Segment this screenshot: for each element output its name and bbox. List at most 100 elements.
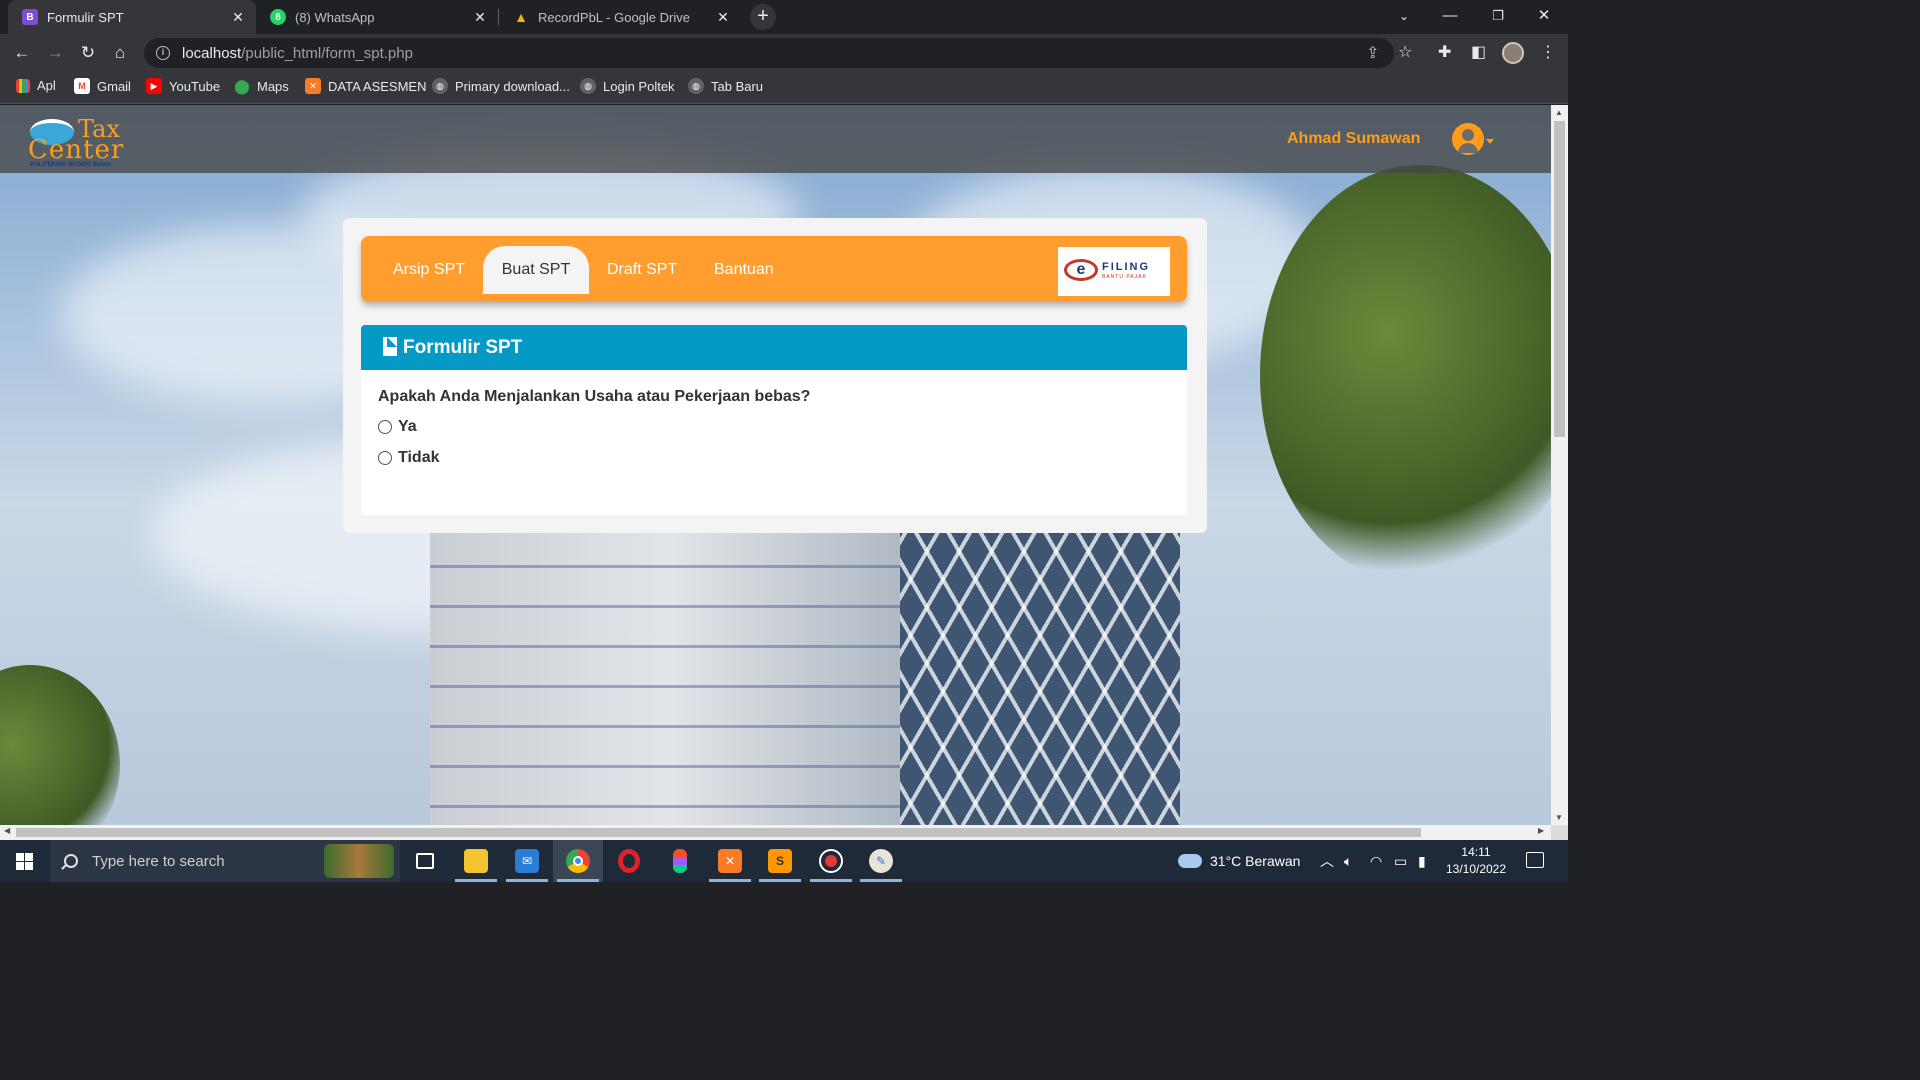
tab-whatsapp[interactable]: 8 (8) WhatsApp ✕: [256, 0, 498, 34]
nav-draft-spt[interactable]: Draft SPT: [589, 246, 695, 294]
back-button[interactable]: ←: [9, 40, 35, 66]
bookmark-login-poltek[interactable]: ◍ Login Poltek: [580, 78, 675, 94]
url-path: /public_html/form_spt.php: [241, 44, 413, 62]
bookmark-apl[interactable]: Apl: [16, 78, 56, 93]
menu-dots-icon[interactable]: ⋮: [1540, 42, 1556, 62]
opera-icon[interactable]: [604, 840, 654, 882]
tab-search-icon[interactable]: ⌄: [1380, 0, 1428, 34]
bookmark-gmail[interactable]: M Gmail: [74, 78, 131, 94]
bookmark-star-icon[interactable]: ☆: [1398, 42, 1412, 62]
task-view-icon[interactable]: [400, 840, 450, 882]
volume-icon[interactable]: 🔈︎: [1344, 840, 1352, 882]
background-tree: [0, 665, 120, 825]
bookmark-primary-download[interactable]: ◍ Primary download...: [432, 78, 570, 94]
site-info-icon[interactable]: i: [156, 46, 170, 60]
scrollbar-corner: [1551, 825, 1568, 840]
search-highlight-image: [324, 844, 394, 878]
option-tidak[interactable]: Tidak: [378, 449, 440, 467]
option-ya[interactable]: Ya: [378, 418, 417, 436]
radio-ya[interactable]: [378, 420, 392, 434]
app-header: Tax Center POLITEKNIK NEGERI Batam Ahmad…: [0, 105, 1551, 173]
scroll-left-arrow[interactable]: ◀: [4, 826, 10, 835]
notification-center-icon[interactable]: [1526, 852, 1544, 868]
sublime-text-icon[interactable]: S: [755, 840, 805, 882]
bookmark-label: Gmail: [97, 78, 131, 94]
tab-google-drive[interactable]: ▲ RecordPbL - Google Drive ✕: [499, 0, 741, 34]
windows-start-icon[interactable]: [16, 853, 33, 870]
panel-title: Formulir SPT: [403, 337, 523, 358]
profile-avatar[interactable]: [1502, 42, 1524, 64]
efiling-subtitle: BANTU PAJAK: [1102, 274, 1147, 280]
address-bar[interactable]: i localhost/public_html/form_spt.php ⇪: [144, 38, 1394, 68]
bookmark-label: YouTube: [169, 78, 221, 94]
tab-formulir-spt[interactable]: B Formulir SPT ✕: [8, 0, 256, 34]
bookmark-maps[interactable]: ⬤ Maps: [234, 78, 289, 94]
screen-recorder-icon[interactable]: [806, 840, 856, 882]
battery-icon[interactable]: ▭: [1394, 840, 1407, 882]
xampp-icon[interactable]: ✕: [705, 840, 755, 882]
reload-button[interactable]: ↻: [75, 40, 101, 66]
weather-widget[interactable]: 31°C Berawan: [1178, 840, 1300, 882]
bookmark-data-asesmen[interactable]: ✕ DATA ASESMEN: [305, 78, 427, 94]
bookmark-youtube[interactable]: ▶ YouTube: [146, 78, 220, 94]
chevron-down-icon[interactable]: [1486, 139, 1494, 144]
scroll-up-arrow[interactable]: ▲: [1555, 108, 1563, 117]
close-tab-icon[interactable]: ✕: [230, 9, 246, 26]
file-explorer-icon[interactable]: [451, 840, 501, 882]
close-tab-icon[interactable]: ✕: [715, 9, 731, 26]
extensions-icon[interactable]: ✚: [1438, 42, 1451, 62]
bookmark-label: Login Poltek: [603, 78, 675, 94]
tab-favicon: B: [22, 9, 38, 25]
apps-grid-icon: [16, 78, 30, 93]
close-tab-icon[interactable]: ✕: [472, 9, 488, 26]
user-name[interactable]: Ahmad Sumawan: [1287, 130, 1420, 148]
logo-text-center: Center: [28, 135, 125, 165]
tax-center-logo[interactable]: Tax Center POLITEKNIK NEGERI Batam: [26, 113, 136, 169]
forward-button[interactable]: →: [42, 40, 68, 66]
figma-icon[interactable]: [655, 840, 705, 882]
share-icon[interactable]: ⇪: [1366, 43, 1379, 63]
tray-chevron-icon[interactable]: ︿: [1320, 840, 1334, 882]
search-icon: [64, 854, 78, 868]
system-clock[interactable]: 14:11 13/10/2022: [1438, 844, 1514, 878]
tab-title: (8) WhatsApp: [295, 9, 375, 25]
user-avatar-icon[interactable]: [1452, 123, 1484, 155]
home-button[interactable]: ⌂: [107, 40, 133, 66]
radio-tidak[interactable]: [378, 451, 392, 465]
gmail-icon: M: [74, 78, 90, 94]
taskbar-search[interactable]: Type here to search: [50, 840, 400, 882]
chrome-icon[interactable]: [553, 840, 603, 882]
bookmarks-bar: Apl M Gmail ▶ YouTube ⬤ Maps ✕ DATA ASES…: [0, 72, 1568, 104]
scroll-down-arrow[interactable]: ▼: [1555, 813, 1563, 822]
side-panel-icon[interactable]: ◧: [1471, 42, 1486, 62]
minimize-button[interactable]: —: [1426, 0, 1474, 34]
globe-icon: ◍: [580, 78, 596, 94]
google-drive-icon: ▲: [514, 9, 528, 25]
mail-icon[interactable]: ✉: [502, 840, 552, 882]
close-window-button[interactable]: ✕: [1520, 0, 1568, 34]
nav-buat-spt[interactable]: Buat SPT: [483, 246, 589, 294]
url-text: localhost/public_html/form_spt.php: [182, 45, 413, 62]
vertical-scroll-thumb[interactable]: [1554, 121, 1565, 437]
form-panel-body: Apakah Anda Menjalankan Usaha atau Peker…: [361, 370, 1187, 515]
spt-navbar: Arsip SPT Buat SPT Draft SPT Bantuan e F…: [361, 236, 1187, 302]
efiling-mark: e: [1064, 259, 1098, 281]
wifi-icon[interactable]: ◠: [1370, 840, 1382, 882]
horizontal-scrollbar[interactable]: ◀ ▶: [0, 825, 1551, 840]
scroll-right-arrow[interactable]: ▶: [1538, 826, 1544, 835]
background-building: [430, 525, 910, 825]
bookmark-tab-baru[interactable]: ◍ Tab Baru: [688, 78, 763, 94]
option-label: Tidak: [398, 449, 440, 466]
bookmark-label: DATA ASESMEN: [328, 78, 427, 94]
vertical-scrollbar[interactable]: ▲ ▼: [1551, 105, 1568, 825]
new-tab-button[interactable]: +: [750, 4, 776, 30]
maps-pin-icon: ⬤: [234, 77, 250, 94]
nav-bantuan[interactable]: Bantuan: [696, 246, 792, 294]
browser-toolbar: ← → ↻ ⌂ i localhost/public_html/form_spt…: [0, 34, 1568, 72]
restore-button[interactable]: ❐: [1474, 0, 1522, 34]
horizontal-scroll-thumb[interactable]: [16, 828, 1421, 837]
microphone-icon[interactable]: ▮: [1418, 840, 1426, 882]
nav-arsip-spt[interactable]: Arsip SPT: [375, 246, 483, 294]
whatsapp-icon: 8: [270, 9, 286, 25]
paint-icon[interactable]: ✎: [856, 840, 906, 882]
